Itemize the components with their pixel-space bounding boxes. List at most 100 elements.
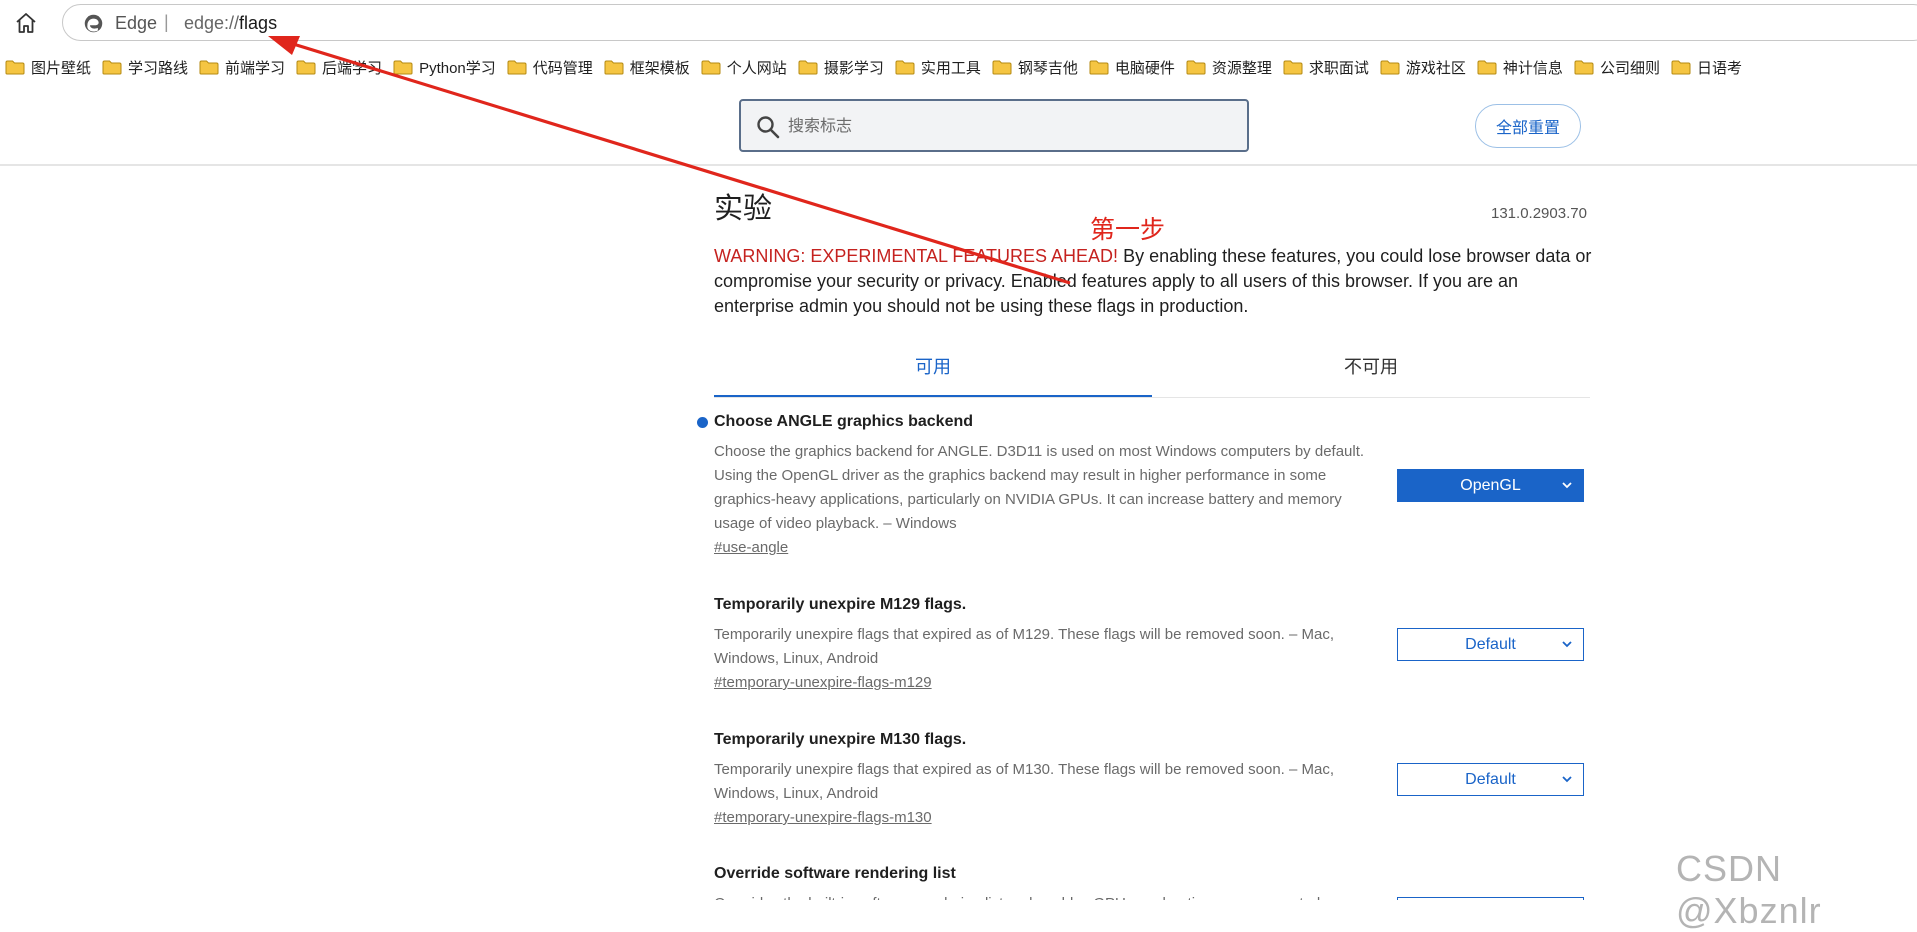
modified-dot-icon — [697, 417, 708, 428]
bookmarks-bar: 图片壁纸 学习路线 前端学习 后端学习 Python学习 代码管理 框架模板 个人网站 摄影学习… — [0, 51, 1917, 84]
folder-icon — [393, 60, 413, 74]
url-separator: | — [164, 12, 169, 32]
flag-select-unexpire-m130[interactable]: Default — [1397, 763, 1584, 796]
flag-select-value: Default — [1465, 771, 1516, 788]
flag-description: Temporarily unexpire flags that expired … — [714, 626, 1335, 667]
version-label: 131.0.2903.70 — [1491, 205, 1587, 222]
bookmark-label: 游戏社区 — [1405, 59, 1466, 77]
bookmark-folder[interactable]: 图片壁纸 — [5, 51, 91, 83]
tabs: 可用 不可用 — [714, 345, 1590, 398]
annotation-label: 第一步 — [1090, 216, 1166, 244]
flag-title: Temporarily unexpire M129 flags. — [714, 596, 967, 613]
bookmark-label: 图片壁纸 — [31, 59, 92, 77]
flag-item-unexpire-m129: Temporarily unexpire M129 flags. Tempora… — [714, 596, 1604, 692]
flag-link[interactable]: #use-angle — [714, 539, 788, 556]
bookmark-label: 学习路线 — [128, 59, 189, 77]
chevron-down-icon — [1562, 482, 1572, 489]
bookmark-label: 日语考 — [1696, 59, 1742, 77]
url-prefix: edge:// — [184, 13, 240, 33]
folder-icon — [604, 60, 624, 74]
bookmark-label: 代码管理 — [532, 59, 593, 77]
url-text[interactable]: edge://flags — [184, 13, 277, 34]
flag-link[interactable]: #temporary-unexpire-flags-m130 — [714, 809, 932, 826]
folder-icon — [1089, 60, 1109, 74]
folder-icon — [798, 60, 818, 74]
flag-select-use-angle[interactable]: OpenGL — [1397, 469, 1584, 502]
browser-toolbar: Edge | edge://flags — [0, 0, 1917, 45]
flag-title: Choose ANGLE graphics backend — [714, 413, 974, 430]
tab-available[interactable]: 可用 — [714, 345, 1152, 397]
folder-icon — [1477, 60, 1497, 74]
flag-link[interactable]: #temporary-unexpire-flags-m129 — [714, 674, 932, 691]
bookmark-label: 资源整理 — [1211, 59, 1272, 77]
bookmark-label: 实用工具 — [920, 59, 981, 77]
bookmark-label: 求职面试 — [1308, 59, 1369, 77]
flag-item-unexpire-m130: Temporarily unexpire M130 flags. Tempora… — [714, 731, 1604, 827]
bookmark-folder[interactable]: 个人网站 — [701, 51, 787, 83]
bookmark-folder[interactable]: 游戏社区 — [1380, 51, 1466, 83]
bookmark-folder[interactable]: 日语考 — [1671, 51, 1742, 83]
flag-item-use-angle: Choose ANGLE graphics backend Choose the… — [697, 413, 1604, 557]
page-title: 实验 — [714, 193, 773, 225]
chevron-down-icon — [1562, 641, 1572, 648]
folder-icon — [1671, 60, 1691, 74]
edge-logo-icon — [84, 14, 103, 33]
folder-icon — [5, 60, 25, 74]
search-box[interactable] — [739, 99, 1249, 152]
folder-icon — [1380, 60, 1400, 74]
flag-title: Temporarily unexpire M130 flags. — [714, 731, 967, 748]
home-icon — [16, 13, 36, 33]
search-icon — [757, 116, 780, 139]
chevron-down-icon — [1562, 776, 1572, 783]
flag-description: Choose the graphics backend for ANGLE. D… — [714, 443, 1365, 532]
flag-title-wrapper: Choose ANGLE graphics backend — [697, 413, 1604, 431]
bookmark-label: Python学习 — [419, 59, 496, 77]
search-input[interactable] — [786, 103, 1240, 150]
folder-icon — [895, 60, 915, 74]
bookmark-label: 前端学习 — [225, 59, 286, 77]
address-bar[interactable]: Edge | edge://flags — [62, 4, 1917, 41]
bookmark-folder[interactable]: 钢琴吉他 — [992, 51, 1078, 83]
warning-label: WARNING: EXPERIMENTAL FEATURES AHEAD! — [714, 246, 1119, 266]
folder-icon — [992, 60, 1012, 74]
bookmark-label: 电脑硬件 — [1114, 59, 1175, 77]
flag-description: Temporarily unexpire flags that expired … — [714, 761, 1335, 802]
bookmark-folder[interactable]: 求职面试 — [1283, 51, 1369, 83]
bookmark-label: 钢琴吉他 — [1017, 59, 1078, 77]
flag-description: Overrides the built-in software renderin… — [714, 892, 1414, 900]
url-path: flags — [239, 13, 278, 33]
bookmark-folder[interactable]: 公司细则 — [1574, 51, 1660, 83]
bookmark-folder[interactable]: 电脑硬件 — [1089, 51, 1175, 83]
bookmark-label: 后端学习 — [322, 59, 383, 77]
bookmark-folder[interactable]: 代码管理 — [507, 51, 593, 83]
flag-select-unexpire-m129[interactable]: Default — [1397, 628, 1584, 661]
bookmark-folder[interactable]: 框架模板 — [604, 51, 690, 83]
bookmark-folder[interactable]: 实用工具 — [895, 51, 981, 83]
folder-icon — [102, 60, 122, 74]
folder-icon — [507, 60, 527, 74]
reset-all-button[interactable]: 全部重置 — [1475, 104, 1581, 148]
folder-icon — [701, 60, 721, 74]
folder-icon — [1283, 60, 1303, 74]
bookmark-folder[interactable]: 学习路线 — [102, 51, 188, 83]
bookmark-folder[interactable]: 前端学习 — [199, 51, 285, 83]
flags-header: 全部重置 — [0, 90, 1917, 166]
bookmark-folder[interactable]: 神计信息 — [1477, 51, 1563, 83]
bookmark-folder[interactable]: 摄影学习 — [798, 51, 884, 83]
bookmark-folder[interactable]: 后端学习 — [296, 51, 382, 83]
folder-icon — [1186, 60, 1206, 74]
bookmark-label: 框架模板 — [629, 59, 690, 77]
bookmark-folder[interactable]: Python学习 — [393, 51, 496, 83]
bookmark-folder[interactable]: 资源整理 — [1186, 51, 1272, 83]
flag-select-value: Default — [1465, 636, 1516, 653]
watermark: CSDN @Xbznlr — [1676, 848, 1822, 931]
bookmark-label: 摄影学习 — [823, 59, 884, 77]
flag-title: Override software rendering list — [714, 865, 956, 882]
tab-unavailable[interactable]: 不可用 — [1152, 345, 1590, 397]
bookmark-label: 个人网站 — [726, 59, 787, 77]
folder-icon — [199, 60, 219, 74]
home-button[interactable] — [12, 10, 40, 36]
flag-select-value: OpenGL — [1460, 477, 1521, 494]
folder-icon — [296, 60, 316, 74]
flag-item-override-software-rendering: Override software rendering list Overrid… — [714, 865, 1604, 900]
